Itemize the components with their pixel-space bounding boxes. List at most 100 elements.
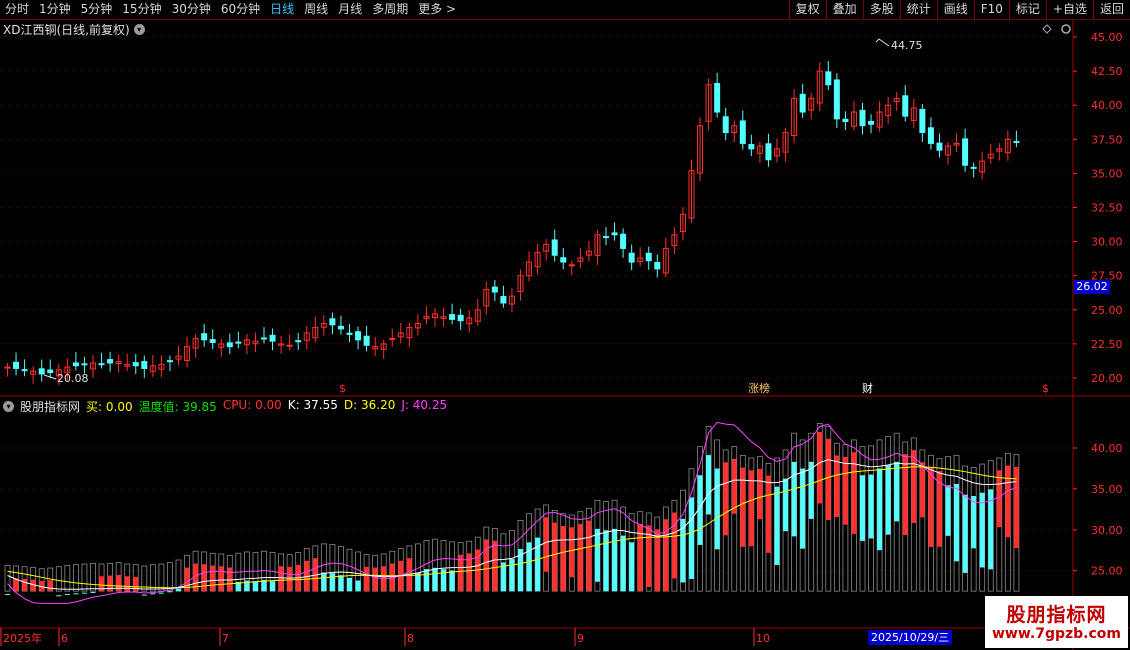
candle-body <box>13 361 20 369</box>
price-tick-label: 22.50 <box>1091 338 1123 351</box>
indicator-tick-label: 30.00 <box>1091 524 1123 537</box>
watermark: 股朋指标网 www.7gpzb.com <box>985 596 1128 648</box>
thermo-outline <box>167 562 173 592</box>
chart-canvas[interactable]: 45.0042.5040.0037.5035.0032.5030.0027.50… <box>0 0 1130 650</box>
thermo-bar <box>885 465 891 535</box>
candlestick-series <box>4 61 1020 386</box>
x-axis-label: 6 <box>61 632 68 645</box>
thermo-bar <box>945 485 951 536</box>
thermo-bar <box>834 455 840 518</box>
candle-body <box>628 252 635 263</box>
candle-body <box>355 331 362 341</box>
candle-body <box>825 71 832 86</box>
candle-body <box>491 286 498 293</box>
indicator-series <box>4 421 1020 604</box>
thermo-bar <box>423 569 429 592</box>
indicator-name[interactable]: 股朋指标网 <box>20 398 80 415</box>
candle-body <box>132 362 139 367</box>
candle-body <box>286 344 293 347</box>
price-tick-label: 30.00 <box>1091 236 1123 249</box>
thermo-bar <box>218 566 224 592</box>
thermo-bar <box>5 593 10 595</box>
candle-body <box>551 239 558 256</box>
price-tick-label: 40.00 <box>1091 99 1123 112</box>
indicator-tick-label: 25.00 <box>1091 565 1123 578</box>
thermo-bar <box>911 450 917 524</box>
candle-body <box>842 118 849 123</box>
candle-body <box>346 332 353 335</box>
thermo-bar <box>612 528 618 592</box>
candle-body <box>927 127 934 144</box>
thermo-bar <box>902 454 908 536</box>
thermo-bar <box>817 432 823 504</box>
event-marker: 涨榜 <box>748 381 770 395</box>
candle-body <box>47 369 54 374</box>
thermo-bar <box>355 580 361 592</box>
chevron-down-icon[interactable]: ▾ <box>3 401 14 412</box>
thermo-outline <box>64 564 71 592</box>
candle-body <box>714 82 721 113</box>
chart-title[interactable]: XD江西铜(日线,前复权) ▾ <box>3 21 145 38</box>
diamond-icon[interactable] <box>1042 24 1052 34</box>
price-tick-label: 42.50 <box>1091 65 1123 78</box>
candle-body <box>620 233 627 249</box>
thermo-bar <box>56 595 62 597</box>
thermo-bar <box>347 577 352 592</box>
thermo-bar <box>765 475 771 553</box>
thermo-bar <box>560 525 566 592</box>
indicator-value-4: D: 36.20 <box>343 398 396 412</box>
current-price-tag: 26.02 <box>1074 280 1110 294</box>
thermo-bar <box>509 559 515 592</box>
candle-body <box>337 325 344 330</box>
thermo-bar <box>842 456 848 525</box>
candle-body <box>859 109 866 127</box>
thermo-bar <box>800 468 806 549</box>
thermo-bar <box>808 461 814 519</box>
candle-body <box>902 95 909 117</box>
thermo-bar <box>210 565 216 592</box>
candle-body <box>261 337 267 340</box>
thermo-bar <box>996 470 1002 528</box>
thermo-bar <box>483 539 489 592</box>
candle-body <box>209 339 216 344</box>
candle-body <box>748 144 755 150</box>
thermo-bar <box>774 486 780 565</box>
candle-body <box>363 335 370 346</box>
candle-body <box>654 262 661 270</box>
candle-body <box>560 257 567 263</box>
thermo-bar <box>141 594 147 596</box>
thermo-bar <box>783 478 789 532</box>
thermo-bar <box>1005 465 1011 538</box>
selected-date-tag: 2025/10/29/三 <box>868 630 953 645</box>
candle-body <box>166 360 173 363</box>
indicator-value-3: K: 37.55 <box>287 398 338 412</box>
candle-body <box>226 342 233 348</box>
chevron-down-icon[interactable]: ▾ <box>133 24 145 35</box>
thermo-bar <box>552 522 558 592</box>
thermo-bar <box>629 542 635 592</box>
candle-body <box>72 362 79 367</box>
thermo-outline <box>90 562 96 592</box>
thermo-bar <box>971 496 977 549</box>
thermo-bar <box>577 523 583 592</box>
thermo-bar <box>158 592 164 594</box>
thermo-bar <box>825 438 831 521</box>
gear-icon[interactable] <box>1061 24 1071 34</box>
indicator-tick-label: 35.00 <box>1091 483 1123 496</box>
thermo-bar <box>270 581 276 592</box>
candle-body <box>449 314 456 320</box>
candle-body <box>269 334 276 342</box>
candle-body <box>936 142 943 151</box>
candle-body <box>611 232 618 236</box>
thermo-bar <box>176 588 181 592</box>
indicator-value-2: CPU: 0.00 <box>222 398 282 412</box>
thermo-bar <box>90 591 96 593</box>
thermo-bar <box>731 458 737 514</box>
event-marker: $ <box>339 382 346 395</box>
thermo-bar <box>278 566 284 592</box>
thermo-outline <box>73 564 79 592</box>
thermo-bar <box>150 593 156 595</box>
thermo-bar <box>543 517 549 572</box>
thermo-bar <box>22 578 28 592</box>
event-marker: 财 <box>862 381 873 395</box>
